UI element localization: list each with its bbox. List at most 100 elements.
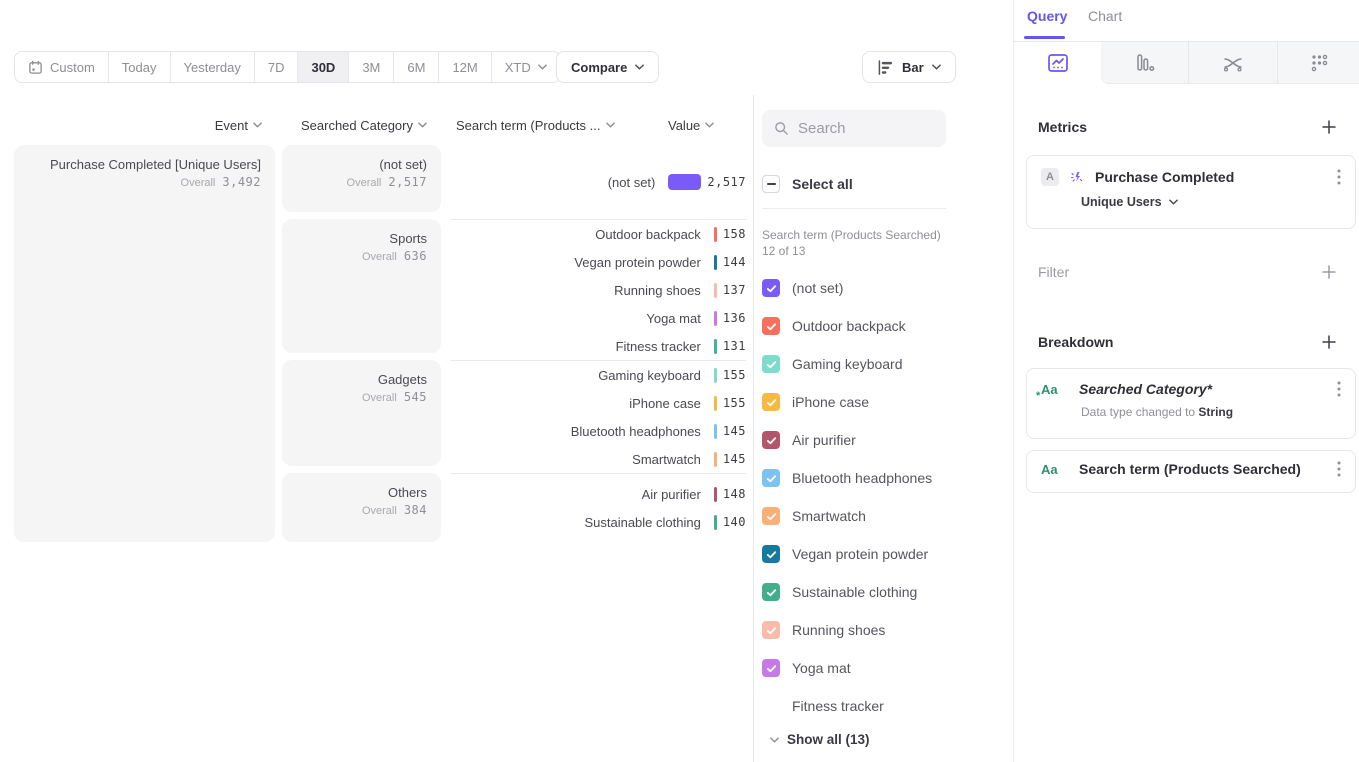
legend-item[interactable]: Yoga mat (762, 649, 1006, 687)
column-header-event[interactable]: Event (14, 117, 262, 133)
checkbox-checked[interactable] (762, 545, 780, 563)
aggregation-label: Unique Users (1081, 195, 1162, 209)
tab-insights-active[interactable] (1014, 42, 1101, 84)
legend-item-label: Running shoes (792, 622, 885, 638)
category-cell[interactable]: (not set) Overall2,517 (282, 145, 441, 212)
category-cell[interactable]: Others Overall384 (282, 473, 441, 542)
add-filter-button[interactable] (1322, 265, 1336, 279)
checkbox-checked[interactable] (762, 697, 780, 715)
term-row[interactable]: Fitness tracker 131 (450, 332, 746, 360)
legend-item[interactable]: Gaming keyboard (762, 345, 1006, 383)
legend-item[interactable]: Outdoor backpack (762, 307, 1006, 345)
term-row[interactable]: Sustainable clothing 140 (450, 508, 746, 536)
kebab-menu-icon[interactable] (1337, 169, 1341, 185)
kebab-menu-icon[interactable] (1337, 461, 1341, 477)
checkbox-checked[interactable] (762, 431, 780, 449)
value-text: 158 (723, 227, 746, 241)
breakdown-section-header: Breakdown (1038, 334, 1336, 350)
metric-card[interactable]: A Purchase Completed Unique Users (1026, 155, 1356, 229)
value-text: 137 (723, 283, 746, 297)
date-range-30d-selected[interactable]: 30D (298, 52, 349, 82)
legend-list-label: Search term (Products Searched) 12 of 13 (762, 227, 944, 259)
checkbox-checked[interactable] (762, 659, 780, 677)
kebab-menu-icon[interactable] (1337, 381, 1341, 397)
tab-retention[interactable] (1277, 42, 1359, 84)
legend-item-label: Sustainable clothing (792, 584, 917, 600)
column-header-label: Search term (Products ... (456, 118, 601, 133)
checkbox-checked[interactable] (762, 583, 780, 601)
legend-item[interactable]: iPhone case (762, 383, 1006, 421)
checkbox-checked[interactable] (762, 393, 780, 411)
category-cell[interactable]: Gadgets Overall545 (282, 360, 441, 466)
term-row[interactable]: iPhone case 155 (450, 389, 746, 417)
column-header-value[interactable]: Value (668, 117, 738, 133)
select-all-checkbox-indeterminate[interactable] (762, 175, 780, 193)
tab-query[interactable]: Query (1027, 8, 1067, 24)
breakdown-property-name: Searched Category* (1079, 381, 1327, 397)
date-range-custom[interactable]: Custom (15, 52, 109, 82)
chart-type-dropdown[interactable]: Bar (862, 51, 956, 83)
select-all-row[interactable]: Select all (762, 175, 853, 193)
chevron-down-icon (538, 64, 547, 70)
overall-label: Overall (362, 392, 397, 404)
term-row[interactable]: Yoga mat 136 (450, 304, 746, 332)
legend-search[interactable] (762, 110, 946, 147)
checkbox-checked[interactable] (762, 621, 780, 639)
column-header-search-term[interactable]: Search term (Products ... (456, 117, 646, 133)
chevron-down-icon (705, 122, 714, 128)
add-breakdown-button[interactable] (1322, 335, 1336, 349)
date-range-xtd-dropdown[interactable]: XTD (492, 52, 560, 82)
date-range-today[interactable]: Today (109, 52, 171, 82)
show-all-button[interactable]: Show all (13) (770, 732, 870, 747)
checkbox-checked[interactable] (762, 507, 780, 525)
legend-item[interactable]: Smartwatch (762, 497, 1006, 535)
search-input[interactable] (798, 120, 918, 137)
term-row[interactable]: Running shoes 137 (450, 276, 746, 304)
searched-category-column: (not set) Overall2,517 Sports Overall636… (282, 145, 441, 542)
filter-heading: Filter (1038, 264, 1069, 280)
term-row[interactable]: (not set) 2,517 (450, 168, 746, 196)
term-group: (not set) 2,517 (450, 145, 746, 219)
tab-chart[interactable]: Chart (1088, 8, 1122, 24)
legend-item[interactable]: Sustainable clothing (762, 573, 1006, 611)
term-row[interactable]: Bluetooth headphones 145 (450, 417, 746, 445)
checkbox-checked[interactable] (762, 279, 780, 297)
value-bar (714, 255, 717, 270)
legend-item-label: Fitness tracker (792, 698, 884, 714)
term-row[interactable]: Outdoor backpack 158 (450, 220, 746, 248)
event-cell[interactable]: Purchase Completed [Unique Users] Overal… (14, 145, 275, 542)
checkbox-checked[interactable] (762, 355, 780, 373)
legend-item[interactable]: Bluetooth headphones (762, 459, 1006, 497)
legend-item[interactable]: Vegan protein powder (762, 535, 1006, 573)
compare-button[interactable]: Compare (556, 51, 659, 83)
breakdown-card-search-term[interactable]: Aa Search term (Products Searched) (1026, 450, 1356, 493)
date-range-3m[interactable]: 3M (349, 52, 394, 82)
aggregation-dropdown[interactable]: Unique Users (1081, 195, 1341, 209)
date-range-yesterday[interactable]: Yesterday (171, 52, 255, 82)
search-term-label: Vegan protein powder (450, 255, 701, 270)
legend-item[interactable]: (not set) (762, 269, 1006, 307)
term-row[interactable]: Gaming keyboard 155 (450, 361, 746, 389)
date-range-7d[interactable]: 7D (255, 52, 299, 82)
checkbox-checked[interactable] (762, 469, 780, 487)
value-bar (714, 487, 717, 502)
breakdown-card-searched-category[interactable]: Aa* Searched Category* Data type changed… (1026, 368, 1356, 439)
term-row[interactable]: Air purifier 148 (450, 480, 746, 508)
term-row[interactable]: Vegan protein powder 144 (450, 248, 746, 276)
tab-funnels[interactable] (1101, 42, 1188, 84)
add-metric-button[interactable] (1322, 120, 1336, 134)
legend-item[interactable]: Running shoes (762, 611, 1006, 649)
column-header-searched-category[interactable]: Searched Category (282, 117, 427, 133)
legend-item-label: Bluetooth headphones (792, 470, 932, 486)
date-range-6m[interactable]: 6M (394, 52, 439, 82)
term-row[interactable]: Smartwatch 145 (450, 445, 746, 473)
checkbox-checked[interactable] (762, 317, 780, 335)
tab-flows[interactable] (1188, 42, 1277, 84)
legend-item[interactable]: Fitness tracker (762, 687, 1006, 725)
metric-letter-badge: A (1041, 168, 1059, 186)
value-text: 2,517 (707, 175, 746, 189)
legend-item[interactable]: Air purifier (762, 421, 1006, 459)
date-range-label: XTD (505, 60, 531, 75)
category-cell[interactable]: Sports Overall636 (282, 219, 441, 353)
date-range-12m[interactable]: 12M (439, 52, 491, 82)
